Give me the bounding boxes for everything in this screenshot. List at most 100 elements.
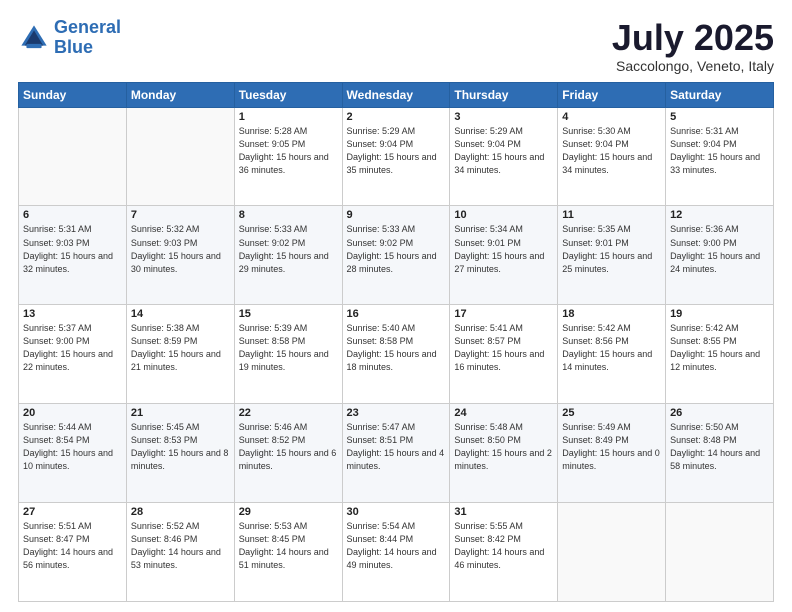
logo-icon [18,22,50,54]
weekday-header: Monday [126,82,234,107]
weekday-header: Sunday [19,82,127,107]
day-detail: Sunrise: 5:49 AM Sunset: 8:49 PM Dayligh… [562,421,661,473]
day-number: 24 [454,407,553,419]
day-number: 27 [23,506,122,518]
calendar-cell: 10 Sunrise: 5:34 AM Sunset: 9:01 PM Dayli… [450,206,558,305]
calendar-cell: 14 Sunrise: 5:38 AM Sunset: 8:59 PM Dayli… [126,305,234,404]
day-detail: Sunrise: 5:33 AM Sunset: 9:02 PM Dayligh… [239,223,338,275]
page: General Blue July 2025 Saccolongo, Venet… [0,0,792,612]
day-number: 20 [23,407,122,419]
calendar-cell [126,107,234,206]
calendar-cell: 5 Sunrise: 5:31 AM Sunset: 9:04 PM Daylig… [666,107,774,206]
calendar-table: SundayMondayTuesdayWednesdayThursdayFrid… [18,82,774,602]
day-detail: Sunrise: 5:55 AM Sunset: 8:42 PM Dayligh… [454,520,553,572]
day-detail: Sunrise: 5:31 AM Sunset: 9:04 PM Dayligh… [670,125,769,177]
day-number: 29 [239,506,338,518]
day-number: 30 [347,506,446,518]
day-number: 5 [670,111,769,123]
day-detail: Sunrise: 5:30 AM Sunset: 9:04 PM Dayligh… [562,125,661,177]
day-detail: Sunrise: 5:31 AM Sunset: 9:03 PM Dayligh… [23,223,122,275]
day-detail: Sunrise: 5:41 AM Sunset: 8:57 PM Dayligh… [454,322,553,374]
month-title: July 2025 [612,18,774,58]
logo-line1: General [54,17,121,37]
calendar-cell: 1 Sunrise: 5:28 AM Sunset: 9:05 PM Daylig… [234,107,342,206]
day-detail: Sunrise: 5:42 AM Sunset: 8:55 PM Dayligh… [670,322,769,374]
calendar-week-row: 1 Sunrise: 5:28 AM Sunset: 9:05 PM Daylig… [19,107,774,206]
calendar-cell: 27 Sunrise: 5:51 AM Sunset: 8:47 PM Dayli… [19,503,127,602]
logo: General Blue [18,18,121,58]
weekday-header: Saturday [666,82,774,107]
calendar-cell: 16Sunrise: 5:40 AM Sunset: 8:58 PM Dayli… [342,305,450,404]
calendar-cell: 3 Sunrise: 5:29 AM Sunset: 9:04 PM Daylig… [450,107,558,206]
calendar-cell: 26 Sunrise: 5:50 AM Sunset: 8:48 PM Dayli… [666,404,774,503]
logo-text: General Blue [54,18,121,58]
calendar-week-row: 20 Sunrise: 5:44 AM Sunset: 8:54 PM Dayli… [19,404,774,503]
calendar-cell: 12Sunrise: 5:36 AM Sunset: 9:00 PM Dayli… [666,206,774,305]
day-detail: Sunrise: 5:37 AM Sunset: 9:00 PM Dayligh… [23,322,122,374]
day-number: 11 [562,209,661,221]
day-detail: Sunrise: 5:33 AM Sunset: 9:02 PM Dayligh… [347,223,446,275]
day-number: 7 [131,209,230,221]
calendar-week-row: 27 Sunrise: 5:51 AM Sunset: 8:47 PM Dayli… [19,503,774,602]
calendar-cell: 19Sunrise: 5:42 AM Sunset: 8:55 PM Dayli… [666,305,774,404]
calendar-cell: 23Sunrise: 5:47 AM Sunset: 8:51 PM Dayli… [342,404,450,503]
day-number: 3 [454,111,553,123]
calendar-cell: 2 Sunrise: 5:29 AM Sunset: 9:04 PM Daylig… [342,107,450,206]
day-detail: Sunrise: 5:29 AM Sunset: 9:04 PM Dayligh… [347,125,446,177]
calendar-cell: 21 Sunrise: 5:45 AM Sunset: 8:53 PM Dayli… [126,404,234,503]
calendar-cell: 15Sunrise: 5:39 AM Sunset: 8:58 PM Dayli… [234,305,342,404]
weekday-header: Friday [558,82,666,107]
calendar-cell: 11 Sunrise: 5:35 AM Sunset: 9:01 PM Dayli… [558,206,666,305]
day-number: 15 [239,308,338,320]
day-detail: Sunrise: 5:44 AM Sunset: 8:54 PM Dayligh… [23,421,122,473]
day-number: 23 [347,407,446,419]
day-detail: Sunrise: 5:35 AM Sunset: 9:01 PM Dayligh… [562,223,661,275]
day-number: 21 [131,407,230,419]
calendar-cell: 6 Sunrise: 5:31 AM Sunset: 9:03 PM Daylig… [19,206,127,305]
day-detail: Sunrise: 5:42 AM Sunset: 8:56 PM Dayligh… [562,322,661,374]
day-number: 13 [23,308,122,320]
calendar-cell: 13 Sunrise: 5:37 AM Sunset: 9:00 PM Dayli… [19,305,127,404]
day-number: 25 [562,407,661,419]
weekday-header: Tuesday [234,82,342,107]
calendar-cell: 30 Sunrise: 5:54 AM Sunset: 8:44 PM Dayli… [342,503,450,602]
day-number: 9 [347,209,446,221]
day-number: 28 [131,506,230,518]
day-number: 4 [562,111,661,123]
calendar-cell: 29Sunrise: 5:53 AM Sunset: 8:45 PM Dayli… [234,503,342,602]
calendar-header-row: SundayMondayTuesdayWednesdayThursdayFrid… [19,82,774,107]
calendar-cell: 8Sunrise: 5:33 AM Sunset: 9:02 PM Daylig… [234,206,342,305]
day-detail: Sunrise: 5:50 AM Sunset: 8:48 PM Dayligh… [670,421,769,473]
day-number: 26 [670,407,769,419]
calendar-cell [666,503,774,602]
calendar-week-row: 13 Sunrise: 5:37 AM Sunset: 9:00 PM Dayli… [19,305,774,404]
day-number: 6 [23,209,122,221]
calendar-cell: 20 Sunrise: 5:44 AM Sunset: 8:54 PM Dayli… [19,404,127,503]
day-detail: Sunrise: 5:52 AM Sunset: 8:46 PM Dayligh… [131,520,230,572]
calendar-cell: 28 Sunrise: 5:52 AM Sunset: 8:46 PM Dayli… [126,503,234,602]
day-detail: Sunrise: 5:45 AM Sunset: 8:53 PM Dayligh… [131,421,230,473]
day-number: 2 [347,111,446,123]
day-number: 18 [562,308,661,320]
title-block: July 2025 Saccolongo, Veneto, Italy [612,18,774,74]
day-detail: Sunrise: 5:51 AM Sunset: 8:47 PM Dayligh… [23,520,122,572]
day-detail: Sunrise: 5:28 AM Sunset: 9:05 PM Dayligh… [239,125,338,177]
day-detail: Sunrise: 5:34 AM Sunset: 9:01 PM Dayligh… [454,223,553,275]
day-number: 17 [454,308,553,320]
day-detail: Sunrise: 5:54 AM Sunset: 8:44 PM Dayligh… [347,520,446,572]
day-detail: Sunrise: 5:38 AM Sunset: 8:59 PM Dayligh… [131,322,230,374]
calendar-cell: 7Sunrise: 5:32 AM Sunset: 9:03 PM Daylig… [126,206,234,305]
header: General Blue July 2025 Saccolongo, Venet… [18,18,774,74]
weekday-header: Thursday [450,82,558,107]
calendar-week-row: 6 Sunrise: 5:31 AM Sunset: 9:03 PM Daylig… [19,206,774,305]
weekday-header: Wednesday [342,82,450,107]
day-detail: Sunrise: 5:29 AM Sunset: 9:04 PM Dayligh… [454,125,553,177]
calendar-cell: 9 Sunrise: 5:33 AM Sunset: 9:02 PM Daylig… [342,206,450,305]
day-number: 14 [131,308,230,320]
day-number: 31 [454,506,553,518]
calendar-cell: 31 Sunrise: 5:55 AM Sunset: 8:42 PM Dayli… [450,503,558,602]
calendar-cell: 24Sunrise: 5:48 AM Sunset: 8:50 PM Dayli… [450,404,558,503]
day-number: 1 [239,111,338,123]
day-number: 10 [454,209,553,221]
location: Saccolongo, Veneto, Italy [612,58,774,74]
